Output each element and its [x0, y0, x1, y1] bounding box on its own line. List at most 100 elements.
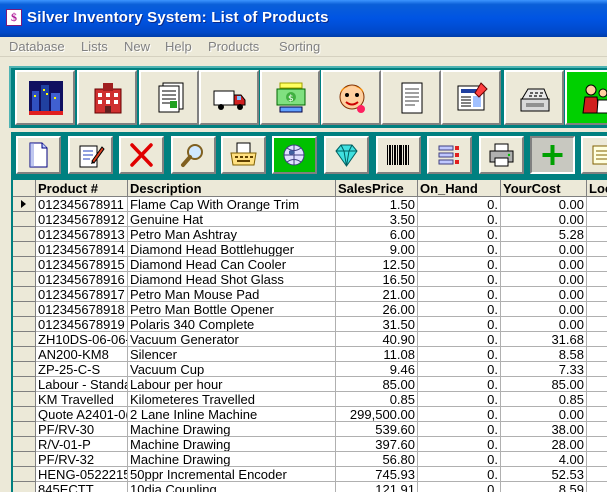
product-number-cell[interactable]: HENG-0522215 — [36, 467, 128, 482]
your-cost-cell[interactable]: 0.00 — [501, 257, 587, 272]
your-cost-cell[interactable]: 0.00 — [501, 407, 587, 422]
print-button[interactable] — [479, 136, 524, 174]
location-cell[interactable] — [587, 347, 607, 362]
product-number-cell[interactable]: 012345678913 — [36, 227, 128, 242]
sales-price-cell[interactable]: 85.00 — [336, 377, 418, 392]
product-number-cell[interactable]: PF/RV-32 — [36, 452, 128, 467]
location-cell[interactable] — [587, 392, 607, 407]
product-number-cell[interactable]: 012345678914 — [36, 242, 128, 257]
table-row[interactable]: 012345678915 Diamond Head Can Cooler 12.50… — [13, 257, 607, 272]
products-grid[interactable]: Product # Description SalesPrice On_Hand… — [13, 180, 607, 492]
table-row[interactable]: AN200-KM8 Silencer 11.08 0. 8.58 — [13, 347, 607, 362]
table-row[interactable]: ZP-25-C-S Vacuum Cup 9.46 0. 7.33 — [13, 362, 607, 377]
description-cell[interactable]: Machine Drawing — [128, 452, 336, 467]
your-cost-cell[interactable]: 85.00 — [501, 377, 587, 392]
on-hand-cell[interactable]: 0. — [418, 302, 501, 317]
table-row[interactable]: 012345678914 Diamond Head Bottlehugger 9.0… — [13, 242, 607, 257]
product-number-cell[interactable]: 845ECTT — [36, 482, 128, 492]
your-cost-cell[interactable]: 52.53 — [501, 467, 587, 482]
globe-button[interactable] — [272, 136, 317, 174]
on-hand-cell[interactable]: 0. — [418, 452, 501, 467]
menu-help[interactable]: Help — [165, 39, 192, 54]
sales-price-cell[interactable]: 1.50 — [336, 197, 418, 212]
location-cell[interactable] — [587, 227, 607, 242]
notes-button[interactable] — [581, 136, 607, 174]
product-number-cell[interactable]: R/V-01-P — [36, 437, 128, 452]
record-selector[interactable] — [13, 392, 36, 407]
table-row[interactable]: 012345678918 Petro Man Bottle Opener 26.00… — [13, 302, 607, 317]
product-number-cell[interactable]: 012345678916 — [36, 272, 128, 287]
sales-price-cell[interactable]: 3.50 — [336, 212, 418, 227]
location-cell[interactable] — [587, 437, 607, 452]
on-hand-cell[interactable]: 0. — [418, 332, 501, 347]
your-cost-cell[interactable]: 28.00 — [501, 437, 587, 452]
sales-price-cell[interactable]: 11.08 — [336, 347, 418, 362]
your-cost-cell[interactable]: 0.00 — [501, 212, 587, 227]
table-row[interactable]: R/V-01-P Machine Drawing 397.60 0. 28.00 — [13, 437, 607, 452]
location-cell[interactable] — [587, 317, 607, 332]
typewriter-button[interactable] — [221, 136, 266, 174]
your-cost-cell[interactable]: 0.00 — [501, 302, 587, 317]
your-cost-cell[interactable]: 0.00 — [501, 287, 587, 302]
record-selector[interactable] — [13, 272, 36, 287]
location-cell[interactable] — [587, 407, 607, 422]
sales-price-cell[interactable]: 745.93 — [336, 467, 418, 482]
product-number-cell[interactable]: ZH10DS-06-06- — [36, 332, 128, 347]
sales-price-cell[interactable]: 299,500.00 — [336, 407, 418, 422]
description-cell[interactable]: Machine Drawing — [128, 437, 336, 452]
record-selector[interactable] — [13, 362, 36, 377]
sales-price-cell[interactable]: 9.46 — [336, 362, 418, 377]
product-number-cell[interactable]: 012345678911 — [36, 197, 128, 212]
description-cell[interactable]: Diamond Head Bottlehugger — [128, 242, 336, 257]
table-row[interactable]: Quote A2401-0(2 Lane Inline Machine 299,5… — [13, 407, 607, 422]
record-selector[interactable] — [13, 452, 36, 467]
location-cell[interactable] — [587, 257, 607, 272]
sales-price-cell[interactable]: 539.60 — [336, 422, 418, 437]
location-cell[interactable] — [587, 302, 607, 317]
on-hand-cell[interactable]: 0. — [418, 347, 501, 362]
product-number-cell[interactable]: Labour - Standa — [36, 377, 128, 392]
record-selector[interactable] — [13, 347, 36, 362]
table-row[interactable]: KM Travelled Kilometeres Travelled 0.85 0. 0… — [13, 392, 607, 407]
description-cell[interactable]: Vacuum Cup — [128, 362, 336, 377]
sales-price-cell[interactable]: 26.00 — [336, 302, 418, 317]
record-selector[interactable] — [13, 377, 36, 392]
header-description[interactable]: Description — [128, 180, 336, 197]
record-selector[interactable] — [13, 332, 36, 347]
location-cell[interactable] — [587, 482, 607, 492]
sales-price-cell[interactable]: 12.50 — [336, 257, 418, 272]
description-cell[interactable]: Vacuum Generator — [128, 332, 336, 347]
on-hand-cell[interactable]: 0. — [418, 197, 501, 212]
location-cell[interactable] — [587, 272, 607, 287]
on-hand-cell[interactable]: 0. — [418, 392, 501, 407]
on-hand-cell[interactable]: 0. — [418, 377, 501, 392]
page-button[interactable] — [381, 70, 441, 125]
table-row[interactable]: Labour - Standa Labour per hour 85.00 0. 85.… — [13, 377, 607, 392]
description-cell[interactable]: 10dia Coupling — [128, 482, 336, 492]
sales-price-cell[interactable]: 397.60 — [336, 437, 418, 452]
table-row[interactable]: HENG-0522215 50ppr Incremental Encoder 745… — [13, 467, 607, 482]
your-cost-cell[interactable]: 31.68 — [501, 332, 587, 347]
location-cell[interactable] — [587, 332, 607, 347]
header-sales-price[interactable]: SalesPrice — [336, 180, 418, 197]
table-row[interactable]: 012345678912 Genuine Hat 3.50 0. 0.00 — [13, 212, 607, 227]
your-cost-cell[interactable]: 0.00 — [501, 197, 587, 212]
on-hand-cell[interactable]: 0. — [418, 272, 501, 287]
header-your-cost[interactable]: YourCost — [501, 180, 587, 197]
your-cost-cell[interactable]: 38.00 — [501, 422, 587, 437]
sales-price-cell[interactable]: 21.00 — [336, 287, 418, 302]
description-cell[interactable]: Labour per hour — [128, 377, 336, 392]
location-cell[interactable] — [587, 287, 607, 302]
your-cost-cell[interactable]: 0.00 — [501, 317, 587, 332]
description-cell[interactable]: 2 Lane Inline Machine — [128, 407, 336, 422]
header-product-number[interactable]: Product # — [36, 180, 128, 197]
product-number-cell[interactable]: KM Travelled — [36, 392, 128, 407]
record-selector[interactable] — [13, 227, 36, 242]
your-cost-cell[interactable]: 8.58 — [501, 347, 587, 362]
your-cost-cell[interactable]: 0.85 — [501, 392, 587, 407]
cash-register-button[interactable] — [504, 70, 564, 125]
delete-record-button[interactable] — [119, 136, 164, 174]
people-button[interactable] — [565, 70, 607, 125]
your-cost-cell[interactable]: 8.59 — [501, 482, 587, 492]
menu-new[interactable]: New — [124, 39, 150, 54]
